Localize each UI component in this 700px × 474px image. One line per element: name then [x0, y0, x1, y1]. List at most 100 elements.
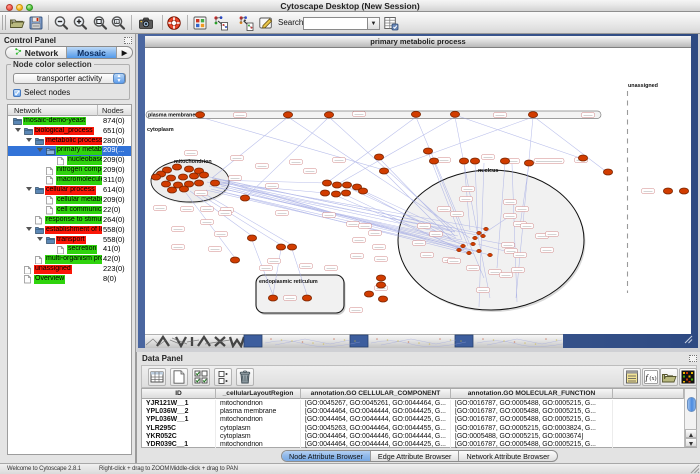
annotation-icon[interactable] — [257, 14, 275, 32]
region-cytoplasm-label: cytoplasm — [147, 127, 174, 133]
tree-row-mosaic-demo-yeast[interactable]: mosaic-demo-yeast874(0) — [8, 116, 131, 126]
attribute-browser-tabs: Node Attribute BrowserEdge Attribute Bro… — [281, 450, 558, 462]
select-nodes-checkbox[interactable]: ✓ — [13, 89, 21, 97]
table-row[interactable]: YLR295Ccytoplasm[GO:0045263, GO:0044464,… — [142, 425, 684, 433]
expander-icon[interactable] — [26, 138, 32, 142]
search-dropdown-button[interactable]: ▼ — [367, 17, 380, 30]
node-color-selection-label: Node color selection — [11, 60, 94, 69]
export-network-icon[interactable] — [237, 14, 255, 32]
zoom-out-icon[interactable] — [52, 14, 70, 32]
toolbar-drag-handle[interactable] — [2, 15, 6, 30]
open-folder-icon[interactable] — [8, 14, 26, 32]
node-color-combo[interactable]: transporter activity ▲▼ — [13, 73, 126, 84]
table-cell: [GO:0016787, GO:0005488, GO:0005215, G..… — [451, 408, 613, 416]
tree-row-transport[interactable]: transport558(0) — [8, 235, 131, 245]
tree-row-multi-organism-pro[interactable]: multi-organism pro42(0) — [8, 255, 131, 265]
expander-icon[interactable] — [37, 237, 43, 241]
delete-attribute-icon[interactable] — [236, 368, 254, 386]
attribute-list-icon[interactable] — [623, 368, 641, 386]
tree-row-cell-communicat[interactable]: cell communicat22(0) — [8, 205, 131, 215]
tree-row-label: cell communicat — [56, 206, 102, 215]
column-header-annotation.GO MOLECULAR_FUNCTION[interactable]: annotation.GO MOLECULAR_FUNCTION — [451, 389, 613, 399]
tab-network[interactable]: Network — [6, 47, 67, 58]
tree-row-count: 209(... — [103, 146, 124, 155]
table-row[interactable]: YPL036W__1mitochondrion[GO:0044464, GO:0… — [142, 416, 684, 424]
tree-row-secretion[interactable]: secretion41(0) — [8, 245, 131, 255]
tab-edge-attribute-browser[interactable]: Edge Attribute Browser — [371, 451, 460, 461]
window-resize-grip-inner[interactable] — [684, 335, 693, 344]
minimize-button[interactable] — [16, 4, 23, 11]
zoom-selected-icon[interactable] — [91, 14, 109, 32]
scroll-down-button[interactable] — [685, 438, 697, 447]
attribute-batch-icon[interactable] — [382, 14, 400, 32]
import-attributes-icon[interactable] — [660, 368, 678, 386]
float-panel-icon[interactable] — [689, 355, 697, 362]
expander-icon[interactable] — [26, 227, 32, 231]
tree-row-count: 22(0) — [103, 206, 121, 215]
table-cell: [GO:0044464, GO:0044444, GO:0044425, G..… — [301, 408, 451, 416]
function-builder-icon[interactable]: f(x) — [642, 368, 660, 386]
snapshot-camera-icon[interactable] — [137, 14, 155, 32]
select-attributes-icon[interactable] — [192, 368, 210, 386]
scroll-up-button[interactable] — [685, 429, 697, 438]
expander-icon[interactable] — [15, 128, 21, 132]
tree-row-label: multi-organism pro — [45, 255, 102, 264]
import-network-icon[interactable] — [212, 14, 230, 32]
float-panel-icon[interactable] — [124, 37, 132, 44]
tree-row-label: secretion — [67, 245, 97, 254]
tree-row-count: 311(0) — [103, 176, 124, 185]
save-icon[interactable] — [27, 14, 45, 32]
tree-row-overview[interactable]: Overview8(0) — [8, 274, 131, 284]
new-attribute-icon[interactable] — [170, 368, 188, 386]
tree-row-cellular-process[interactable]: cellular process614(0) — [8, 185, 131, 195]
window-close-button[interactable] — [151, 39, 158, 46]
zoom-button[interactable] — [26, 4, 33, 11]
matrix-view-icon[interactable] — [679, 368, 697, 386]
window-resize-grip[interactable] — [690, 464, 700, 474]
column-header-blank[interactable] — [613, 389, 684, 399]
column-header-annotation.GO CELLULAR_COMPONENT[interactable]: annotation.GO CELLULAR_COMPONENT — [301, 389, 451, 399]
zoom-in-icon[interactable] — [71, 14, 89, 32]
svg-text:(x): (x) — [649, 375, 656, 382]
tree-row-label: establishment of lo — [45, 226, 102, 235]
tree-row-biological-process[interactable]: biological_process651(0) — [8, 126, 131, 136]
tab-overflow-button[interactable]: ▶ — [117, 47, 132, 58]
data-panel: Data Panel f(x) ID_cellularLayoutRegiona… — [136, 352, 700, 463]
tree-row-cellular-metabo[interactable]: cellular metabo209(0) — [8, 195, 131, 205]
help-lifesaver-icon[interactable] — [165, 14, 183, 32]
tree-row-primary-metabo[interactable]: primary metabo209(... — [8, 146, 131, 156]
tree-row-nucleobase-[interactable]: nucleobase-209(0) — [8, 156, 131, 166]
table-scrollbar[interactable] — [684, 389, 696, 447]
column-header-_cellularLayoutRegion[interactable]: _cellularLayoutRegion — [216, 389, 301, 399]
window-zoom-button[interactable] — [175, 39, 182, 46]
tree-row-response-to-stimul[interactable]: response to stimul264(0) — [8, 215, 131, 225]
tab-mosaic[interactable]: Mosaic — [67, 47, 117, 58]
tree-row-metabolic-process[interactable]: metabolic process280(0) — [8, 136, 131, 146]
table-row[interactable]: YJR121W__1mitochondrion[GO:0045267, GO:0… — [142, 400, 684, 408]
scrollbar-thumb[interactable] — [687, 397, 696, 412]
attribute-table-icon[interactable] — [148, 368, 166, 386]
expander-icon[interactable] — [26, 187, 32, 191]
close-button[interactable] — [6, 4, 13, 11]
unselect-attributes-icon[interactable] — [214, 368, 232, 386]
zoom-fit-icon[interactable]: 1:1 — [109, 14, 127, 32]
search-input[interactable] — [303, 17, 367, 30]
window-minimize-button[interactable] — [163, 39, 170, 46]
tree-row-establishment-of-lo[interactable]: establishment of lo558(0) — [8, 225, 131, 235]
tab-network-attribute-browser[interactable]: Network Attribute Browser — [459, 451, 556, 461]
table-row[interactable]: YPL036W__2plasma membrane[GO:0044464, GO… — [142, 408, 684, 416]
network-canvas[interactable]: plasma membranecytoplasm mitochondrion n… — [145, 48, 691, 334]
tree-row-label: unassigned — [34, 265, 72, 274]
tree-row-unassigned[interactable]: unassigned223(0) — [8, 265, 131, 275]
tab-node-attribute-browser[interactable]: Node Attribute Browser — [282, 451, 371, 461]
column-header-ID[interactable]: ID — [142, 389, 216, 399]
expander-icon[interactable] — [37, 148, 43, 152]
tree-row-macromolecule[interactable]: macromolecule311(0) — [8, 175, 131, 185]
tree-row-nitrogen-compo[interactable]: nitrogen compo209(0) — [8, 166, 131, 176]
cytopanel-grid-icon[interactable] — [191, 14, 209, 32]
table-row[interactable]: YDR039C__1mitochondrion[GO:0044464, GO:0… — [142, 441, 684, 448]
graph-label-chips — [154, 112, 655, 313]
table-cell: YLR295C — [142, 425, 216, 433]
network-window-titlebar[interactable]: primary metabolic process — [145, 36, 691, 48]
table-row[interactable]: YKR052Ccytoplasm[GO:0044464, GO:0044446,… — [142, 433, 684, 441]
